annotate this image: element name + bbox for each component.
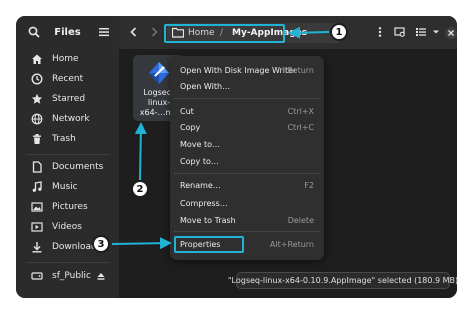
sidebar-item-documents[interactable]: Documents xyxy=(22,157,114,177)
status-bar: "Logseq-linux-x64-0.10.9.AppImage" selec… xyxy=(228,272,458,289)
back-button[interactable] xyxy=(126,24,142,40)
sidebar: Files Home Recent Starred Network Trash xyxy=(16,16,119,298)
home-icon xyxy=(30,52,44,66)
sidebar-item-label: Recent xyxy=(52,74,84,84)
new-tab-search-icon[interactable] xyxy=(392,24,408,40)
chevron-right-icon xyxy=(151,27,158,37)
logseq-app-icon xyxy=(147,61,171,85)
chevron-left-icon xyxy=(130,27,137,37)
sidebar-item-recent[interactable]: Recent xyxy=(22,69,114,89)
video-icon xyxy=(30,220,44,234)
star-icon xyxy=(30,92,44,106)
sidebar-item-label: sf_Public xyxy=(52,271,91,281)
document-icon xyxy=(30,160,44,174)
menu-item-move-to-trash[interactable]: Move to Trash Delete xyxy=(174,212,320,229)
properties-highlight-box xyxy=(174,236,244,253)
forward-button[interactable] xyxy=(146,24,162,40)
menu-item-cut[interactable]: Cut Ctrl+X xyxy=(174,103,320,120)
hamburger-menu-icon[interactable] xyxy=(98,26,110,38)
more-options-icon[interactable] xyxy=(372,24,388,40)
context-menu: Open With Disk Image Writer Return Open … xyxy=(170,56,324,260)
menu-item-move-to[interactable]: Move to… xyxy=(174,136,320,153)
music-icon xyxy=(30,180,44,194)
pictures-icon xyxy=(30,200,44,214)
sidebar-header: Files xyxy=(16,16,119,49)
close-window-button[interactable] xyxy=(445,27,457,39)
close-icon xyxy=(448,30,454,36)
menu-item-copy[interactable]: Copy Ctrl+C xyxy=(174,119,320,136)
sidebar-item-label: Videos xyxy=(52,222,82,232)
sidebar-item-label: Pictures xyxy=(52,202,88,212)
list-view-icon[interactable] xyxy=(413,24,429,40)
sidebar-divider xyxy=(26,154,110,155)
sidebar-item-label: Network xyxy=(52,114,90,124)
view-options-dropdown-icon[interactable] xyxy=(428,24,444,40)
download-icon xyxy=(30,240,44,254)
sidebar-item-label: Music xyxy=(52,182,78,192)
menu-divider xyxy=(174,98,320,99)
menu-item-open-with[interactable]: Open With… xyxy=(174,78,320,95)
sidebar-divider xyxy=(26,262,110,263)
network-icon xyxy=(30,112,44,126)
menu-item-copy-to[interactable]: Copy to… xyxy=(174,153,320,170)
sidebar-item-music[interactable]: Music xyxy=(22,177,114,197)
menu-item-rename[interactable]: Rename… F2 xyxy=(174,177,320,194)
sidebar-item-network[interactable]: Network xyxy=(22,109,114,129)
callout-badge-1: 1 xyxy=(330,23,348,41)
sidebar-item-label: Documents xyxy=(52,162,104,172)
trash-icon xyxy=(30,132,44,146)
breadcrumb-highlight-box xyxy=(164,24,285,43)
clock-icon xyxy=(30,72,44,86)
sidebar-item-label: Trash xyxy=(52,134,76,144)
sidebar-item-starred[interactable]: Starred xyxy=(22,89,114,109)
sidebar-item-home[interactable]: Home xyxy=(22,49,114,69)
sidebar-item-label: Starred xyxy=(52,94,86,104)
callout-badge-3: 3 xyxy=(92,235,110,253)
menu-divider xyxy=(174,173,320,174)
sidebar-item-pictures[interactable]: Pictures xyxy=(22,197,114,217)
eject-icon[interactable] xyxy=(94,269,108,283)
sidebar-item-videos[interactable]: Videos xyxy=(22,217,114,237)
drive-icon xyxy=(30,269,44,283)
sidebar-item-sf-public[interactable]: sf_Public xyxy=(22,266,114,286)
sidebar-item-label: Home xyxy=(52,54,79,64)
sidebar-item-trash[interactable]: Trash xyxy=(22,129,114,149)
menu-item-compress[interactable]: Compress… xyxy=(174,195,320,212)
menu-divider xyxy=(174,231,320,232)
callout-badge-2: 2 xyxy=(131,180,149,198)
menu-item-open-with-disk-image-writer[interactable]: Open With Disk Image Writer Return xyxy=(174,62,320,79)
